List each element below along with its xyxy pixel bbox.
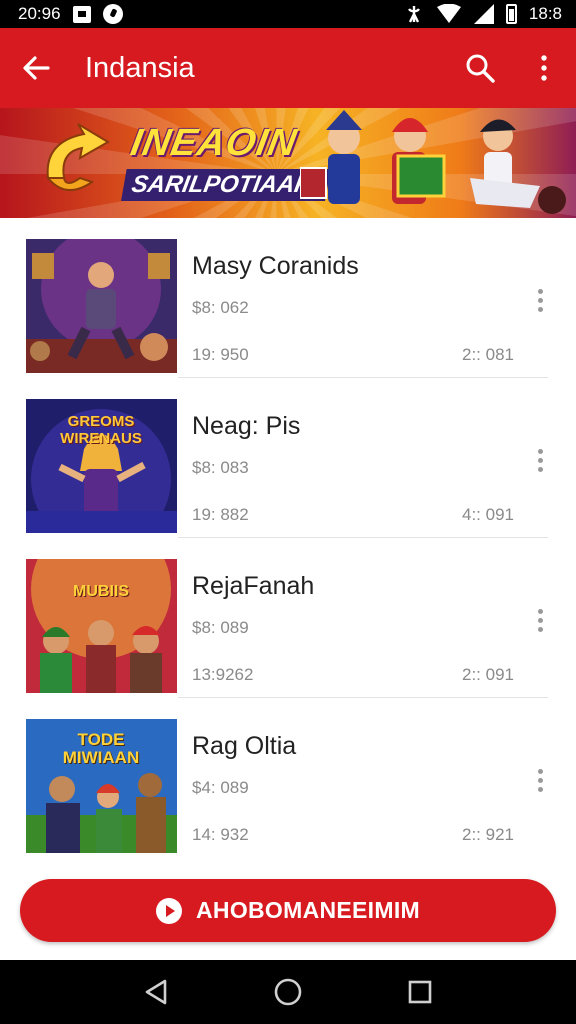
overflow-menu-button[interactable]	[512, 28, 576, 108]
item-stat-right: 2:: 081	[462, 345, 514, 364]
search-icon	[466, 54, 495, 83]
item-title: Masy Coranids	[192, 252, 359, 280]
more-dot-icon	[537, 297, 543, 303]
item-price: $8: 089	[192, 618, 249, 637]
back-arrow-icon	[23, 56, 50, 80]
status-left: 20:96	[18, 4, 123, 24]
banner-logo-icon	[45, 123, 110, 191]
thumb-caption: TODE MIWIAAN	[62, 730, 140, 767]
item-more-button[interactable]	[528, 760, 552, 800]
item-stat-left: 19: 950	[192, 345, 249, 364]
item-stat-right: 4:: 091	[462, 505, 514, 524]
more-dot-icon	[537, 777, 543, 783]
item-thumbnail: MUBIIS	[26, 559, 177, 693]
item-price: $4: 089	[192, 778, 249, 797]
wifi-icon	[436, 4, 461, 23]
item-price: $8: 062	[192, 298, 249, 317]
more-dot-icon	[537, 306, 543, 312]
notification-icon	[72, 5, 91, 23]
item-stat-left: 19: 882	[192, 505, 249, 524]
banner-characters-image	[300, 110, 566, 214]
item-title: Neag: Pis	[192, 412, 301, 440]
item-thumbnail	[26, 239, 177, 373]
item-stat-right: 2:: 921	[462, 825, 514, 844]
more-dot-icon	[537, 617, 543, 623]
more-dot-icon	[537, 448, 543, 454]
nav-home-icon	[274, 978, 302, 1006]
battery-icon	[505, 4, 517, 24]
more-dot-icon	[537, 288, 543, 294]
search-button[interactable]	[448, 28, 512, 108]
more-vert-icon	[541, 55, 547, 81]
status-time-left: 20:96	[18, 4, 61, 23]
list-item[interactable]: MUBIIS RejaFanah $8: 089 13:9262 2:: 091	[0, 538, 576, 698]
page-title: Indansia	[85, 51, 195, 84]
item-stat-left: 13:9262	[192, 665, 254, 684]
item-stat-left: 14: 932	[192, 825, 249, 844]
nav-back-button[interactable]	[136, 972, 176, 1012]
item-title: RejaFanah	[192, 572, 315, 600]
item-more-button[interactable]	[528, 280, 552, 320]
list-item[interactable]: GREOMS WIRENAUS Neag: Pis $8: 083 19: 88…	[0, 378, 576, 538]
item-stat-right: 2:: 091	[462, 665, 514, 684]
signal-icon	[407, 6, 420, 23]
play-circle-icon	[156, 897, 182, 924]
promo-banner[interactable]: INEAOIN SARILPOTIAAR!	[0, 108, 576, 218]
more-dot-icon	[537, 457, 543, 463]
back-button[interactable]	[0, 28, 72, 108]
primary-action-button[interactable]: AHOBOMANEEIMIM	[20, 879, 556, 942]
sync-icon	[102, 4, 123, 24]
item-price: $8: 083	[192, 458, 249, 477]
more-dot-icon	[537, 466, 543, 472]
status-bar: 20:96 18:8	[0, 0, 576, 28]
thumb-caption: MUBIIS	[73, 583, 129, 600]
system-nav-bar	[0, 960, 576, 1024]
status-time-right: 18:8	[528, 4, 562, 23]
more-dot-icon	[537, 768, 543, 774]
list-item[interactable]: Masy Coranids $8: 062 19: 950 2:: 081	[0, 218, 576, 378]
item-more-button[interactable]	[528, 600, 552, 640]
cell-signal-icon	[473, 4, 494, 24]
nav-home-button[interactable]	[268, 972, 308, 1012]
nav-recents-icon	[408, 980, 432, 1004]
nav-back-icon	[145, 979, 167, 1005]
status-right: 18:8	[404, 4, 562, 24]
nav-recents-button[interactable]	[400, 972, 440, 1012]
item-more-button[interactable]	[528, 440, 552, 480]
more-dot-icon	[537, 786, 543, 792]
app-bar: Indansia	[0, 28, 576, 108]
more-dot-icon	[537, 626, 543, 632]
more-dot-icon	[537, 608, 543, 614]
item-thumbnail: GREOMS WIRENAUS	[26, 399, 177, 533]
item-title: Rag Oltia	[192, 732, 297, 760]
action-button-label: AHOBOMANEEIMIM	[196, 897, 420, 923]
thumb-caption: GREOMS WIRENAUS	[60, 413, 142, 447]
list-item[interactable]: TODE MIWIAAN Rag Oltia $4: 089 14: 932 2…	[0, 698, 576, 858]
item-thumbnail: TODE MIWIAAN	[26, 719, 177, 853]
